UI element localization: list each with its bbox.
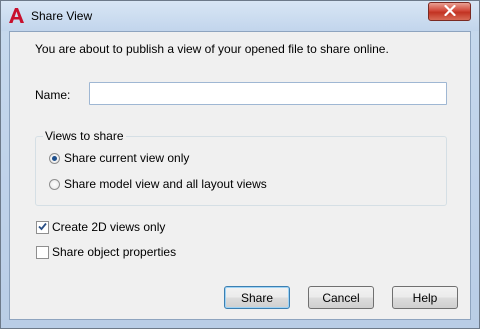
- autocad-a-icon: [8, 7, 25, 24]
- name-label: Name:: [35, 88, 71, 102]
- checkbox-create-2d-views[interactable]: Create 2D views only: [36, 220, 165, 234]
- share-view-dialog: Share View You are about to publish a vi…: [0, 0, 480, 329]
- checkbox-unchecked[interactable]: [36, 245, 49, 259]
- radio-dot: [52, 155, 57, 161]
- title-bar[interactable]: Share View: [1, 1, 479, 31]
- checkbox-share-object-properties[interactable]: Share object properties: [36, 245, 176, 259]
- close-icon: [443, 4, 456, 19]
- radio-label-all-views: Share model view and all layout views: [64, 177, 267, 191]
- intro-text: You are about to publish a view of your …: [35, 42, 389, 56]
- checkbox-label-create-2d: Create 2D views only: [52, 220, 166, 234]
- checkbox-checked[interactable]: [36, 220, 49, 234]
- checkbox-label-object-properties: Share object properties: [52, 245, 177, 259]
- checkmark-icon: [38, 220, 47, 234]
- close-button[interactable]: [428, 2, 471, 21]
- window-title: Share View: [31, 9, 93, 23]
- cancel-button[interactable]: Cancel: [308, 286, 374, 309]
- name-input[interactable]: [89, 82, 447, 105]
- views-to-share-group: Views to share Share current view only S…: [35, 129, 447, 206]
- dialog-content: You are about to publish a view of your …: [9, 31, 471, 320]
- radio-share-current-view[interactable]: Share current view only: [49, 151, 189, 165]
- radio-label-current-view: Share current view only: [64, 151, 190, 165]
- views-to-share-legend: Views to share: [43, 129, 126, 143]
- help-button[interactable]: Help: [392, 286, 458, 309]
- radio-button[interactable]: [49, 178, 60, 190]
- radio-share-all-views[interactable]: Share model view and all layout views: [49, 177, 267, 191]
- radio-button-selected[interactable]: [49, 152, 60, 164]
- share-button[interactable]: Share: [224, 286, 290, 309]
